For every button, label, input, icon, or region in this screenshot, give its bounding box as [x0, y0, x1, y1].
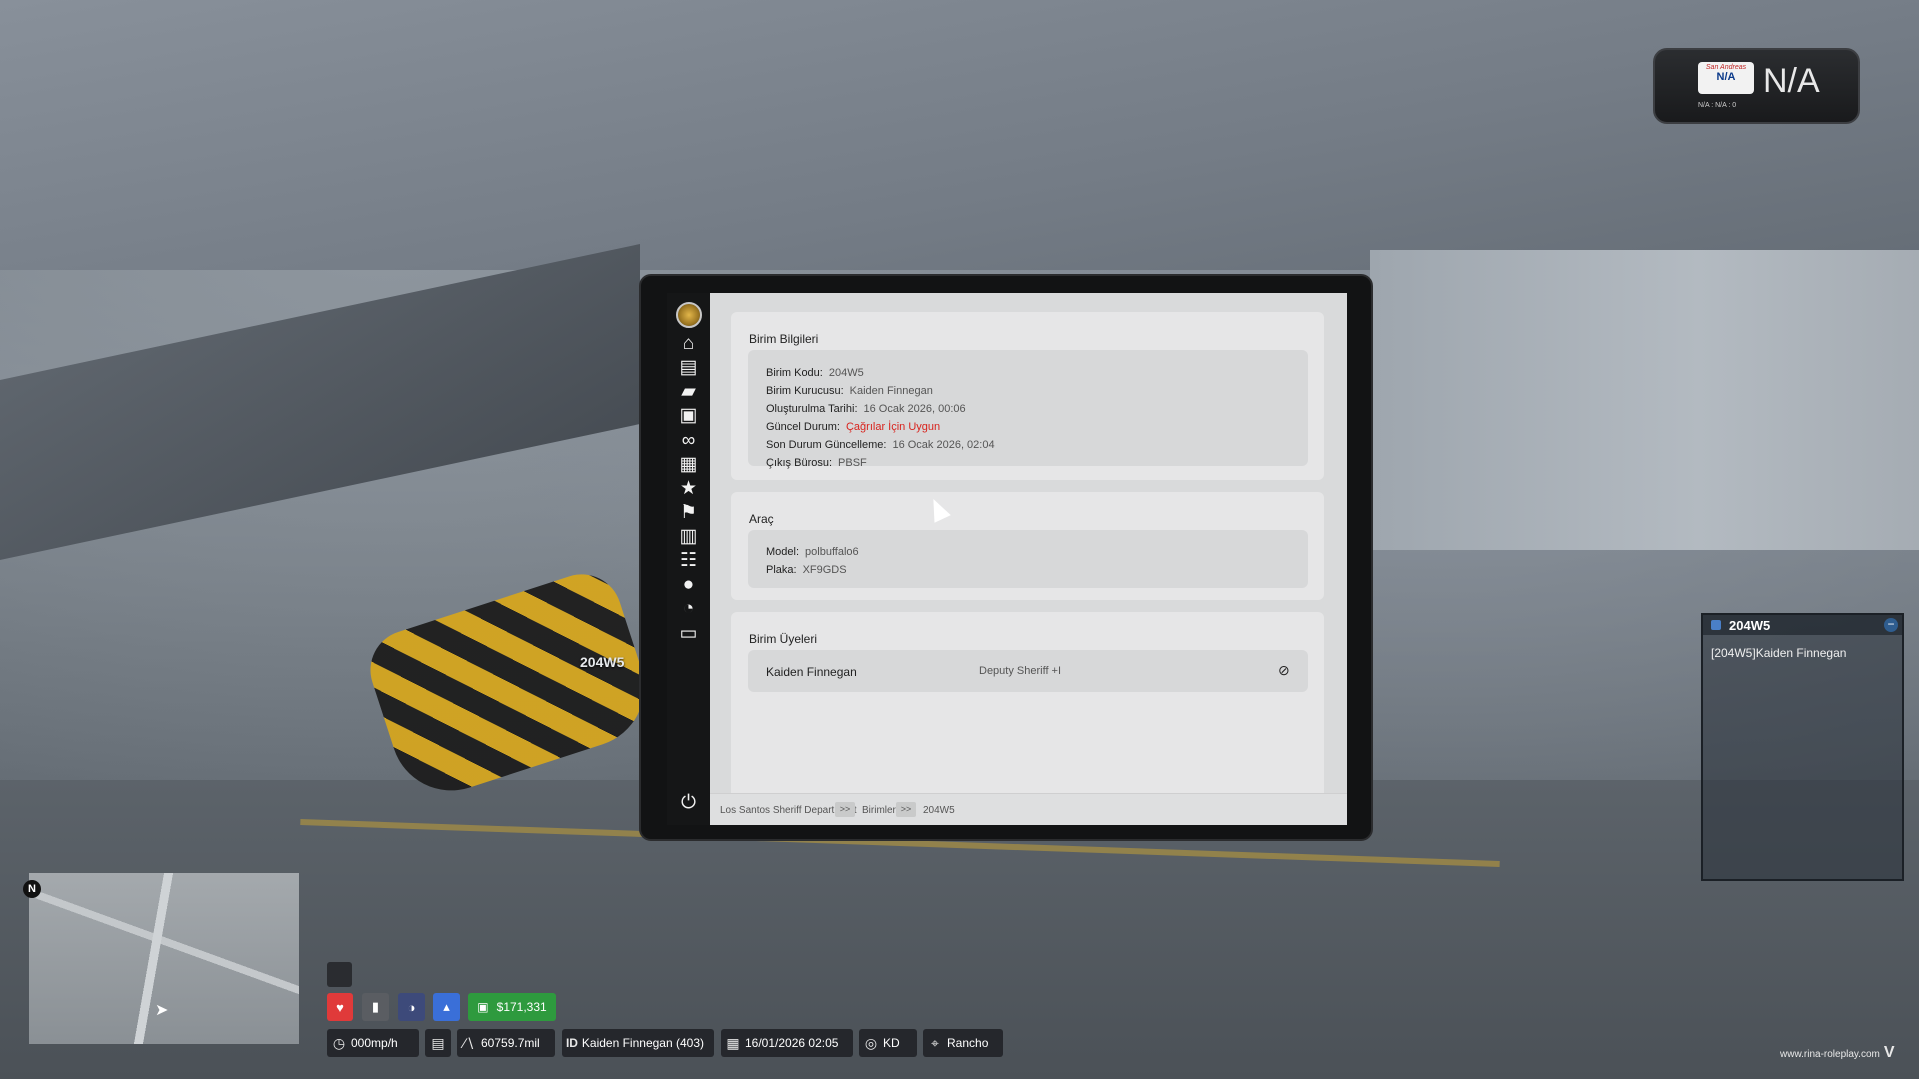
lock-icon[interactable]: ▣: [667, 402, 710, 428]
gauge-icon[interactable]: ◔: [667, 595, 710, 621]
minimize-button[interactable]: −: [1884, 618, 1898, 632]
plate-number-small: N/A: [1716, 71, 1736, 83]
world-unit-tag: 204W5: [580, 654, 625, 670]
unit-last-update-row: Son Durum Güncelleme: 16 Ocak 2026, 02:04: [766, 439, 995, 451]
briefcase-icon[interactable]: ▦: [667, 451, 710, 477]
vehicle-card: Araç Model: polbuffalo6 Plaka: XF9GDS: [731, 492, 1324, 600]
datetime-display: ▦ 16/01/2026 02:05: [721, 1029, 853, 1057]
unit-color-icon: [1711, 620, 1721, 630]
power-icon[interactable]: ⏻: [667, 789, 710, 815]
mdt-screen: ⌂ ▤ ▰ ▣ ∞ ▦ ★ ⚑ ▥ ☷ ● ◔ ▭ ⏻ Birim Bilgil…: [667, 293, 1347, 825]
plate-sub-info: N/A : N/A : 0: [1698, 102, 1737, 109]
flag-icon[interactable]: ⚑: [667, 499, 710, 525]
vehicle-plate-row: Plaka: XF9GDS: [766, 564, 847, 576]
vehicle-title: Araç: [749, 512, 774, 526]
notes-icon[interactable]: ▤: [667, 354, 710, 380]
mileage-display: ∕∖ 60759.7mil: [457, 1029, 555, 1057]
unit-info-box: Birim Kodu: 204W5 Birim Kurucusu: Kaiden F…: [748, 350, 1308, 469]
user-icon[interactable]: ●: [667, 571, 710, 597]
compass-icon: ◎: [864, 1034, 878, 1051]
license-plate: San Andreas N/A: [1698, 62, 1754, 94]
archive-icon[interactable]: ▭: [667, 620, 710, 646]
unit-info-card: Birim Bilgileri Birim Kodu: 204W5 Birim K…: [731, 312, 1324, 480]
vehicle-box: Model: polbuffalo6 Plaka: XF9GDS: [748, 530, 1308, 588]
breadcrumb-units[interactable]: Birimler: [862, 805, 896, 816]
unit-status-row: Güncel Durum: Çağrılar İçin Uygun: [766, 421, 941, 433]
garage-wall: [1370, 250, 1919, 550]
id-icon: ID: [565, 1036, 578, 1050]
money-value: $171,331: [496, 1000, 547, 1014]
fuel-icon: ▤: [431, 1034, 445, 1051]
striped-barrier: [360, 563, 660, 807]
users-icon[interactable]: ☷: [667, 547, 710, 573]
breadcrumb-separator: >>: [896, 802, 916, 817]
members-title: Birim Üyeleri: [749, 632, 818, 646]
speedometer-icon: ◷: [332, 1034, 346, 1051]
health-icon: ♥: [327, 993, 353, 1021]
unit-member-line: [204W5]Kaiden Finnegan: [1711, 646, 1847, 660]
fuel-display: ▤: [425, 1029, 451, 1057]
speed-display: ◷ 000mp/h: [327, 1029, 419, 1057]
home-icon[interactable]: ⌂: [667, 330, 710, 356]
members-card: Birim Üyeleri Kaiden Finnegan Deputy She…: [731, 612, 1324, 793]
unit-info-title: Birim Bilgileri: [749, 332, 819, 346]
unit-panel: 204W5 − [204W5]Kaiden Finnegan: [1701, 613, 1904, 881]
plate-state: San Andreas: [1705, 64, 1747, 71]
road-icon: ∕∖: [463, 1034, 475, 1051]
unit-code-row: Birim Kodu: 204W5: [766, 367, 864, 379]
unit-panel-title: 204W5: [1729, 618, 1771, 633]
compass-north-icon: N: [23, 880, 41, 898]
member-row: Kaiden Finnegan Deputy Sheriff +I ⊘: [748, 650, 1308, 692]
vehicle-model-row: Model: polbuffalo6: [766, 546, 859, 558]
breadcrumb-separator: >>: [835, 802, 855, 817]
hud-slot: [327, 962, 352, 987]
mdt-content: Birim Bilgileri Birim Kodu: 204W5 Birim K…: [710, 293, 1347, 793]
breadcrumb-unit[interactable]: 204W5: [923, 805, 955, 816]
money-display: ▣ $171,331: [468, 993, 556, 1021]
parking-ramp: [0, 243, 640, 560]
armor-icon: ▮: [362, 993, 389, 1021]
wallet-icon: ▣: [477, 1000, 489, 1014]
member-name: Kaiden Finnegan: [766, 665, 857, 679]
player-arrow-icon: ➤: [155, 1002, 169, 1019]
mdt-sidebar: ⌂ ▤ ▰ ▣ ∞ ▦ ★ ⚑ ▥ ☷ ● ◔ ▭ ⏻: [667, 293, 710, 825]
status-value: Çağrılar İçin Uygun: [845, 421, 941, 433]
mdt-tablet: ⌂ ▤ ▰ ▣ ∞ ▦ ★ ⚑ ▥ ☷ ● ◔ ▭ ⏻ Birim Bilgil…: [639, 274, 1373, 841]
folder-icon[interactable]: ▰: [667, 378, 710, 404]
unit-founder-row: Birim Kurucusu: Kaiden Finnegan: [766, 385, 933, 397]
calendar-icon: ▦: [726, 1034, 740, 1051]
garage-ceiling: [0, 0, 1919, 270]
binoculars-icon[interactable]: ∞: [667, 427, 710, 453]
clipboard-icon[interactable]: ▥: [667, 523, 710, 549]
thirst-icon: ▴: [433, 993, 460, 1021]
unit-office-row: Çıkış Bürosu: PBSF: [766, 457, 867, 469]
remove-member-icon[interactable]: ⊘: [1278, 662, 1290, 679]
watermark: www.rina-roleplay.com V: [1780, 1044, 1895, 1061]
breadcrumb: Los Santos Sheriff Department >> Birimle…: [710, 793, 1347, 825]
server-logo: V: [1883, 1044, 1895, 1061]
unit-panel-header: 204W5 −: [1703, 615, 1902, 635]
badge-icon[interactable]: [667, 301, 710, 329]
hunger-icon: ◑: [398, 993, 425, 1021]
location-display: ⌖ Rancho: [923, 1029, 1003, 1057]
plate-reader: San Andreas N/A N/A N/A : N/A : 0: [1653, 48, 1860, 124]
location-pin-icon: ⌖: [931, 1034, 939, 1051]
plate-number-large: N/A: [1763, 62, 1820, 100]
direction-display: ◎ KD: [859, 1029, 917, 1057]
star-icon[interactable]: ★: [667, 475, 710, 501]
member-rank: Deputy Sheriff +I: [979, 665, 1062, 677]
player-display: ID Kaiden Finnegan (403): [562, 1029, 714, 1057]
unit-created-row: Oluşturulma Tarihi: 16 Ocak 2026, 00:06: [766, 403, 966, 415]
